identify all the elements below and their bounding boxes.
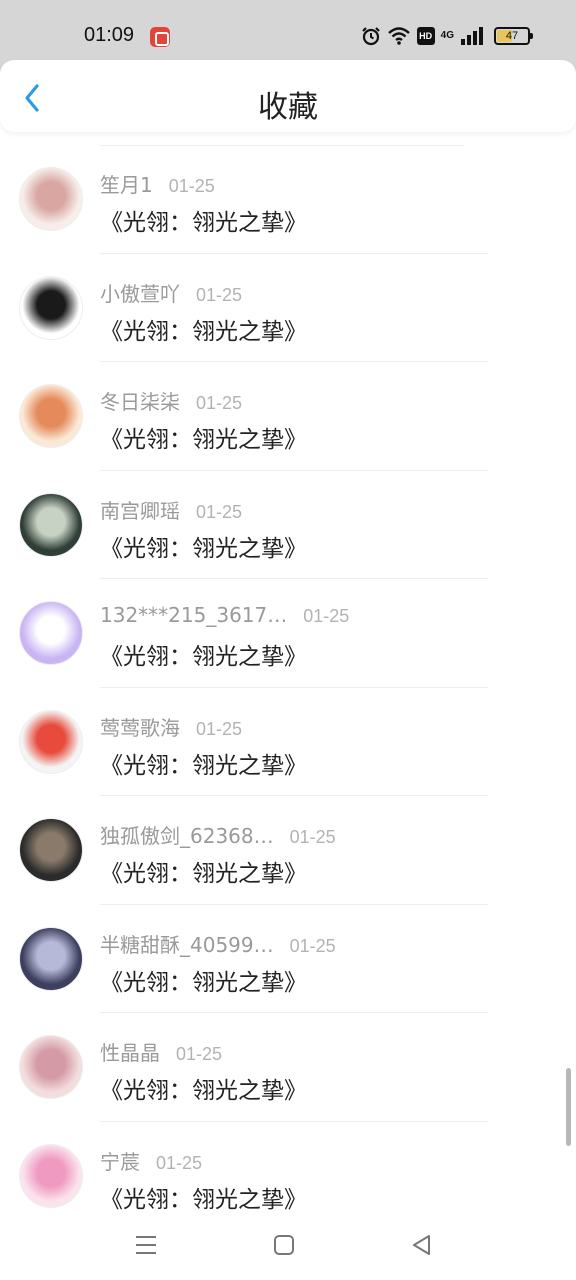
- username[interactable]: 132***215_3617…: [100, 603, 287, 627]
- menu-icon: [136, 1236, 156, 1254]
- menu-button[interactable]: [131, 1230, 161, 1260]
- item-title[interactable]: 《光翎：翎光之挚》: [100, 637, 307, 671]
- status-icons: HD 4G 47: [361, 24, 533, 48]
- avatar[interactable]: [19, 926, 83, 991]
- date: 01-25: [196, 284, 243, 305]
- home-button[interactable]: [269, 1230, 299, 1260]
- alarm-icon: [361, 27, 380, 46]
- back-nav-button[interactable]: [406, 1230, 436, 1260]
- scrollbar[interactable]: [566, 1068, 571, 1146]
- list-item[interactable]: 132***215_3617… 01-25 《光翎：翎光之挚》: [0, 579, 576, 688]
- item-meta: 性晶晶 01-25: [100, 1037, 222, 1066]
- username[interactable]: 宁莀: [100, 1146, 140, 1175]
- item-meta: 独孤傲剑_62368… 01-25: [100, 820, 336, 849]
- avatar[interactable]: [19, 167, 83, 231]
- avatar[interactable]: [19, 275, 83, 340]
- item-title[interactable]: 《光翎：翎光之挚》: [100, 746, 307, 780]
- system-nav-bar: [0, 1210, 576, 1280]
- username[interactable]: 莺莺歌海: [100, 712, 180, 741]
- page-title: 收藏: [258, 90, 318, 125]
- item-meta: 132***215_3617… 01-25: [100, 603, 349, 627]
- list-item[interactable]: 冬日柒柒 01-25 《光翎：翎光之挚》: [0, 362, 576, 471]
- wifi-icon: [387, 27, 410, 45]
- home-square-icon: [274, 1235, 294, 1255]
- item-meta: 冬日柒柒 01-25: [100, 386, 242, 415]
- item-title[interactable]: 《光翎：翎光之挚》: [100, 529, 307, 563]
- avatar[interactable]: [19, 1143, 83, 1208]
- username[interactable]: 半糖甜酥_40599…: [100, 929, 274, 958]
- battery-icon: 47: [494, 27, 533, 45]
- item-meta: 半糖甜酥_40599… 01-25: [100, 929, 336, 958]
- username[interactable]: 冬日柒柒: [100, 386, 180, 415]
- username[interactable]: 笙月1: [100, 169, 153, 198]
- list-item[interactable]: 小傲萱吖 01-25 《光翎：翎光之挚》: [0, 254, 576, 362]
- avatar[interactable]: [19, 601, 83, 665]
- item-meta: 南宫卿瑶 01-25: [100, 495, 242, 524]
- avatar[interactable]: [19, 492, 83, 557]
- page-header: 收藏: [0, 60, 576, 132]
- date: 01-25: [196, 501, 243, 522]
- status-time: 01:09: [84, 24, 135, 46]
- item-title[interactable]: 《光翎：翎光之挚》: [100, 1180, 307, 1214]
- list-item[interactable]: 笙月1 01-25 《光翎：翎光之挚》: [0, 145, 576, 254]
- back-triangle-icon: [413, 1235, 430, 1255]
- date: 01-25: [196, 393, 243, 413]
- app-notification-icon: [150, 27, 170, 47]
- item-title[interactable]: 《光翎：翎光之挚》: [100, 312, 307, 346]
- item-meta: 笙月1 01-25: [100, 169, 215, 198]
- item-title[interactable]: 《光翎：翎光之挚》: [100, 420, 307, 454]
- item-title[interactable]: 《光翎：翎光之挚》: [100, 1071, 307, 1105]
- item-title[interactable]: 《光翎：翎光之挚》: [100, 963, 307, 997]
- date: 01-25: [176, 1044, 223, 1064]
- signal-icon: [461, 27, 483, 45]
- favorites-list: 笙月1 01-25 《光翎：翎光之挚》 小傲萱吖 01-25 《光翎：翎光之挚》 冬日柒柒 0…: [0, 145, 576, 1230]
- avatar[interactable]: [19, 384, 83, 448]
- item-title[interactable]: 《光翎：翎光之挚》: [100, 203, 307, 237]
- date: 01-25: [196, 718, 243, 739]
- date: 01-25: [289, 935, 336, 956]
- item-meta: 小傲萱吖 01-25: [100, 278, 242, 307]
- avatar[interactable]: [19, 818, 83, 882]
- list-item[interactable]: 南宫卿瑶 01-25 《光翎：翎光之挚》: [0, 471, 576, 579]
- network-type-label: 4G: [440, 30, 454, 41]
- date: 01-25: [168, 176, 215, 196]
- avatar[interactable]: [19, 1035, 83, 1099]
- hd-badge: HD: [416, 27, 435, 45]
- avatar[interactable]: [19, 709, 83, 774]
- date: 01-25: [289, 827, 336, 847]
- item-meta: 宁莀 01-25: [100, 1146, 202, 1175]
- list-item[interactable]: 独孤傲剑_62368… 01-25 《光翎：翎光之挚》: [0, 796, 576, 905]
- username[interactable]: 小傲萱吖: [100, 278, 180, 307]
- item-title[interactable]: 《光翎：翎光之挚》: [100, 854, 307, 888]
- date: 01-25: [156, 1152, 203, 1173]
- date: 01-25: [303, 606, 350, 626]
- list-item[interactable]: 半糖甜酥_40599… 01-25 《光翎：翎光之挚》: [0, 905, 576, 1013]
- list-item[interactable]: 莺莺歌海 01-25 《光翎：翎光之挚》: [0, 688, 576, 796]
- username[interactable]: 性晶晶: [100, 1037, 160, 1066]
- username[interactable]: 南宫卿瑶: [100, 495, 180, 524]
- battery-percent: 47: [505, 30, 519, 42]
- username[interactable]: 独孤傲剑_62368…: [100, 820, 274, 849]
- item-meta: 莺莺歌海 01-25: [100, 712, 242, 741]
- list-item[interactable]: 性晶晶 01-25 《光翎：翎光之挚》: [0, 1013, 576, 1122]
